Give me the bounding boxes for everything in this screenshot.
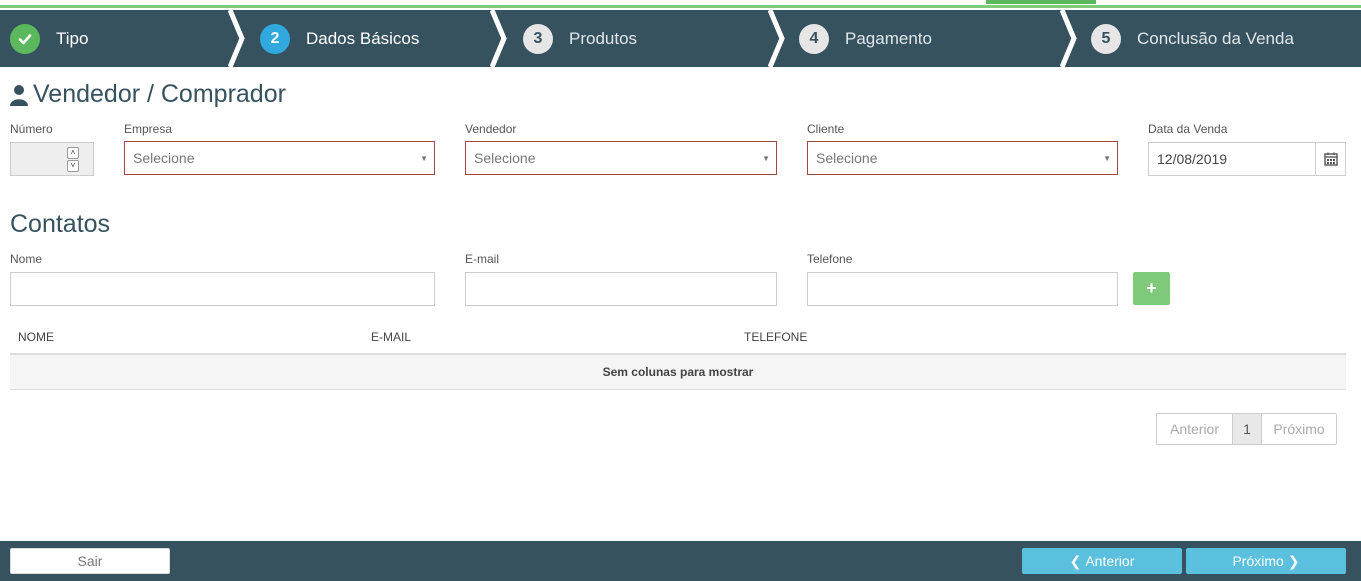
step-label: Tipo bbox=[56, 28, 89, 48]
pagination-next[interactable]: Próximo bbox=[1261, 413, 1337, 445]
chevron-down-icon[interactable]: ˅ bbox=[67, 160, 79, 172]
step-produtos[interactable]: 3 Produtos bbox=[523, 10, 637, 67]
next-button[interactable]: Próximo ❯ bbox=[1186, 548, 1346, 574]
chevron-separator-icon bbox=[1060, 10, 1077, 67]
nome-input[interactable] bbox=[10, 272, 435, 306]
empresa-placeholder: Selecione bbox=[133, 150, 195, 166]
top-accent-line bbox=[0, 5, 1361, 8]
cliente-select[interactable]: Selecione ▼ bbox=[807, 141, 1118, 175]
exit-label: Sair bbox=[77, 553, 103, 569]
data-venda-label: Data da Venda bbox=[1148, 122, 1228, 136]
data-venda-value: 12/08/2019 bbox=[1157, 151, 1228, 167]
step-label: Dados Básicos bbox=[306, 28, 420, 48]
step-number: 3 bbox=[523, 23, 553, 54]
cliente-label: Cliente bbox=[807, 122, 845, 136]
calendar-icon bbox=[1323, 152, 1338, 166]
footer-bar: Sair ❮ Anterior Próximo ❯ bbox=[0, 541, 1361, 581]
step-number: 4 bbox=[799, 23, 829, 54]
add-contact-button[interactable]: + bbox=[1133, 272, 1170, 305]
step-dados-basicos[interactable]: 2 Dados Básicos bbox=[260, 10, 419, 67]
chevron-separator-icon bbox=[228, 10, 245, 67]
top-accent-tab bbox=[986, 0, 1096, 4]
telefone-label: Telefone bbox=[807, 252, 853, 266]
telefone-input[interactable] bbox=[807, 272, 1118, 306]
caret-down-icon: ▼ bbox=[762, 154, 770, 163]
chevron-up-icon[interactable]: ˄ bbox=[67, 147, 79, 159]
calendar-button[interactable] bbox=[1315, 142, 1346, 176]
empresa-select[interactable]: Selecione ▼ bbox=[124, 141, 435, 175]
step-label: Pagamento bbox=[845, 28, 932, 48]
column-telefone[interactable]: TELEFONE bbox=[744, 330, 807, 344]
next-label: Próximo bbox=[1232, 553, 1284, 569]
section-title-text: Vendedor / Comprador bbox=[33, 80, 286, 108]
pagination-page[interactable]: 1 bbox=[1232, 413, 1262, 445]
caret-down-icon: ▼ bbox=[1103, 154, 1111, 163]
section-title-contacts: Contatos bbox=[10, 210, 111, 238]
previous-button[interactable]: ❮ Anterior bbox=[1022, 548, 1182, 574]
column-email[interactable]: E-MAIL bbox=[371, 330, 411, 344]
top-strip bbox=[0, 0, 1361, 10]
user-icon bbox=[10, 84, 28, 106]
exit-button[interactable]: Sair bbox=[10, 548, 170, 574]
previous-label: Anterior bbox=[1085, 553, 1135, 569]
empresa-label: Empresa bbox=[124, 122, 173, 136]
pagination-prev[interactable]: Anterior bbox=[1156, 413, 1233, 445]
numero-label: Número bbox=[10, 122, 53, 136]
vendedor-placeholder: Selecione bbox=[474, 150, 536, 166]
chevron-separator-icon bbox=[768, 10, 785, 67]
step-label: Conclusão da Venda bbox=[1137, 28, 1294, 48]
vendedor-label: Vendedor bbox=[465, 122, 517, 136]
check-icon bbox=[10, 23, 40, 54]
numero-input[interactable]: ˄ ˅ bbox=[10, 142, 94, 176]
step-label: Produtos bbox=[569, 28, 638, 48]
contacts-table-header: NOME E-MAIL TELEFONE bbox=[10, 322, 1346, 355]
chevron-right-icon: ❯ bbox=[1287, 552, 1300, 569]
nome-label: Nome bbox=[10, 252, 43, 266]
plus-icon: + bbox=[1146, 278, 1157, 298]
step-conclusao[interactable]: 5 Conclusão da Venda bbox=[1091, 10, 1294, 67]
chevron-separator-icon bbox=[490, 10, 507, 67]
section-title-seller-buyer: Vendedor / Comprador bbox=[10, 80, 286, 109]
vendedor-select[interactable]: Selecione ▼ bbox=[465, 141, 777, 175]
chevron-left-icon: ❮ bbox=[1069, 552, 1082, 569]
caret-down-icon: ▼ bbox=[420, 154, 428, 163]
step-number: 2 bbox=[260, 23, 290, 54]
wizard-steps: Tipo 2 Dados Básicos 3 Produtos 4 Pagame… bbox=[0, 10, 1361, 67]
pagination: Anterior 1 Próximo bbox=[1156, 413, 1337, 445]
cliente-placeholder: Selecione bbox=[816, 150, 878, 166]
step-pagamento[interactable]: 4 Pagamento bbox=[799, 10, 932, 67]
data-venda-input[interactable]: 12/08/2019 bbox=[1148, 142, 1316, 176]
numero-stepper[interactable]: ˄ ˅ bbox=[67, 147, 79, 172]
step-tipo[interactable]: Tipo bbox=[10, 10, 88, 67]
column-nome[interactable]: NOME bbox=[18, 330, 54, 344]
email-label: E-mail bbox=[465, 252, 500, 266]
step-number: 5 bbox=[1091, 23, 1121, 54]
table-empty-message: Sem colunas para mostrar bbox=[10, 355, 1346, 390]
email-input[interactable] bbox=[465, 272, 777, 306]
